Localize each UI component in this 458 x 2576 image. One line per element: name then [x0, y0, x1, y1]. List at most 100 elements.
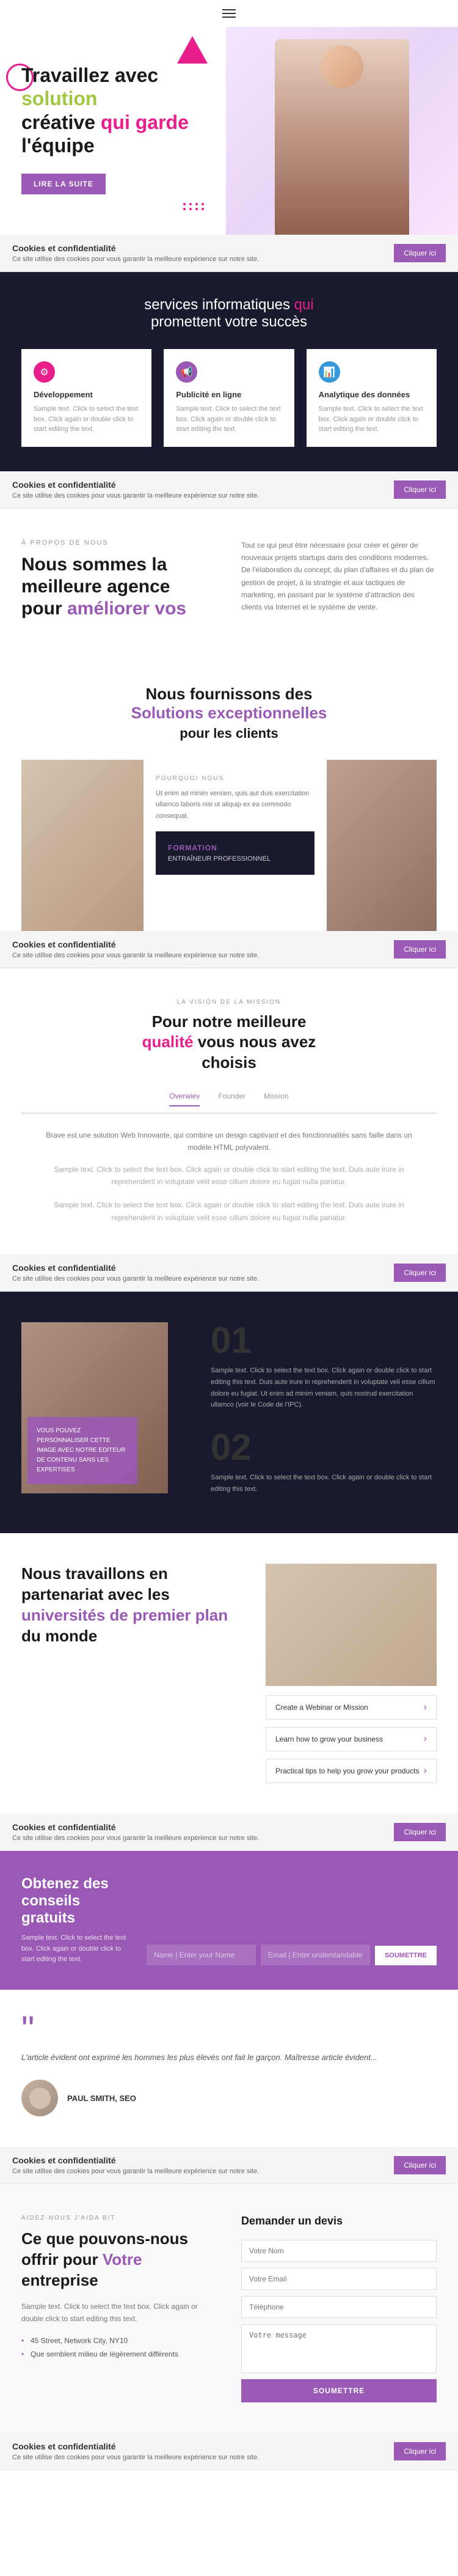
cookie-banner-3-left: Cookies et confidentialité Ce site utili… — [12, 940, 382, 959]
help-submit-button[interactable]: SOUMETTRE — [241, 2379, 437, 2402]
cookie-banner-3-button[interactable]: Cliquer ici — [394, 940, 446, 959]
help-form-phone[interactable] — [241, 2296, 437, 2318]
testimonial-text: L'article évident ont exprimé les hommes… — [21, 2051, 437, 2064]
hero-person-figure — [226, 27, 458, 235]
cookie-banner-2: Cookies et confidentialité Ce site utili… — [0, 471, 458, 509]
top-nav — [0, 0, 458, 27]
dark-text-1: Sample text. Click to select the text bo… — [211, 1365, 437, 1411]
cookie-banner-6-button[interactable]: Cliquer ici — [394, 2156, 446, 2174]
cookie-banner-5-left: Cookies et confidentialité Ce site utili… — [12, 1822, 382, 1842]
dark-right: 01 Sample text. Click to select the text… — [211, 1322, 437, 1495]
hero-image — [226, 27, 458, 235]
cookie-banner-1-left: Cookies et confidentialité Ce site utili… — [12, 243, 382, 263]
cookie-banner-7-title: Cookies et confidentialité — [12, 2442, 382, 2451]
cookie-banner-2-left: Cookies et confidentialité Ce site utili… — [12, 480, 382, 499]
partner-link-arrow-1: › — [424, 1734, 427, 1745]
partner-link-arrow-2: › — [424, 1765, 427, 1776]
cookie-banner-4-title: Cookies et confidentialité — [12, 1263, 382, 1273]
dark-number-1: 01 — [211, 1322, 437, 1359]
help-form-name[interactable] — [241, 2240, 437, 2262]
services-title: services informatiques qui promettent vo… — [21, 296, 437, 331]
service-text-1: Sample text. Click to select the text bo… — [176, 404, 282, 435]
hero-title: Travaillez avec solution créative qui ga… — [21, 64, 229, 158]
vision-tab-0[interactable]: Overwiev — [169, 1092, 200, 1106]
vision-tab-2[interactable]: Mission — [264, 1092, 289, 1106]
solutions-grid: POURQUOI NOUS Ut enim ad minim veniam, q… — [21, 760, 437, 931]
cookie-banner-4-left: Cookies et confidentialité Ce site utili… — [12, 1263, 382, 1282]
solutions-middle-label: POURQUOI NOUS — [156, 775, 314, 782]
about-text: Tout ce qui peut être nécessaire pour cr… — [241, 539, 437, 614]
service-icon-1: 📢 — [176, 361, 197, 383]
cookie-banner-1: Cookies et confidentialité Ce site utili… — [0, 235, 458, 272]
services-section: services informatiques qui promettent vo… — [0, 272, 458, 471]
free-advice-submit-button[interactable]: SOUMETTRE — [375, 1946, 437, 1965]
solutions-image-right — [327, 760, 437, 931]
solutions-formation: FORMATION ENTRAÎNEUR PROFESSIONNEL — [156, 831, 314, 875]
help-form-email[interactable] — [241, 2268, 437, 2290]
solutions-middle: POURQUOI NOUS Ut enim ad minim veniam, q… — [144, 760, 327, 931]
cookie-banner-7-text: Ce site utilise des cookies pour vous ga… — [12, 2454, 382, 2461]
service-card-2: 📊 Analytique des données Sample text. Cl… — [307, 349, 437, 447]
cookie-banner-3-title: Cookies et confidentialité — [12, 940, 382, 949]
help-list-item-1: Que semblent milieu de légèrement différ… — [21, 2347, 217, 2361]
partner-link-0[interactable]: Create a Webinar or Mission › — [266, 1695, 437, 1720]
cookie-banner-2-button[interactable]: Cliquer ici — [394, 480, 446, 499]
about-label: À PROPOS DE NOUS — [21, 539, 217, 546]
partner-link-1[interactable]: Learn how to grow your business › — [266, 1727, 437, 1751]
cookie-banner-1-button[interactable]: Cliquer ici — [394, 244, 446, 262]
service-text-0: Sample text. Click to select the text bo… — [34, 404, 139, 435]
cookie-banner-6: Cookies et confidentialité Ce site utili… — [0, 2147, 458, 2184]
service-title-1: Publicité en ligne — [176, 390, 282, 399]
cookie-banner-1-title: Cookies et confidentialité — [12, 243, 382, 253]
vision-tab-1[interactable]: Founder — [218, 1092, 245, 1106]
testimonial-section: " L'article évident ont exprimé les homm… — [0, 1990, 458, 2147]
help-paragraph: Sample text. Click to select the text bo… — [21, 2300, 217, 2325]
cookie-banner-6-left: Cookies et confidentialité Ce site utili… — [12, 2155, 382, 2175]
dark-section: VOUS POUVEZ PERSONNALISER CETTE IMAGE AV… — [0, 1292, 458, 1533]
cookie-banner-1-text: Ce site utilise des cookies pour vous ga… — [12, 256, 382, 263]
help-list: 45 Street, Network City, NY10 Que semble… — [21, 2334, 217, 2361]
vision-section: LA VISION DE LA MISSION Pour notre meill… — [0, 968, 458, 1255]
service-card-1: 📢 Publicité en ligne Sample text. Click … — [164, 349, 294, 447]
free-advice-section: Obtenez des conseils gratuits Sample tex… — [0, 1851, 458, 1990]
service-title-0: Développement — [34, 390, 139, 399]
solutions-title: Nous fournissons des Solutions exception… — [21, 685, 437, 723]
cookie-banner-5: Cookies et confidentialité Ce site utili… — [0, 1814, 458, 1851]
about-right: Tout ce qui peut être nécessaire pour cr… — [241, 539, 437, 614]
cookie-banner-7-left: Cookies et confidentialité Ce site utili… — [12, 2442, 382, 2461]
free-advice-email-input[interactable] — [261, 1945, 370, 1965]
cookie-banner-4-text: Ce site utilise des cookies pour vous ga… — [12, 1275, 382, 1282]
service-title-2: Analytique des données — [319, 390, 424, 399]
solutions-section: Nous fournissons des Solutions exception… — [0, 660, 458, 931]
partner-section: Nous travaillons en partenariat avec les… — [0, 1533, 458, 1814]
help-right: Demander un devis SOUMETTRE — [241, 2215, 437, 2402]
help-list-item-0: 45 Street, Network City, NY10 — [21, 2334, 217, 2347]
vision-label: LA VISION DE LA MISSION — [21, 999, 437, 1006]
solutions-middle-text: Ut enim ad minim veniam, quis aut duis e… — [156, 788, 314, 822]
cookie-banner-3: Cookies et confidentialité Ce site utili… — [0, 931, 458, 968]
cookie-banner-4: Cookies et confidentialité Ce site utili… — [0, 1254, 458, 1292]
free-advice-left: Obtenez des conseils gratuits Sample tex… — [21, 1875, 128, 1965]
solutions-formation-title: FORMATION — [168, 844, 302, 852]
testimonial-author-info: PAUL SMITH, SEO — [67, 2094, 136, 2103]
cookie-banner-2-title: Cookies et confidentialité — [12, 480, 382, 490]
free-advice-name-input[interactable] — [147, 1945, 256, 1965]
vision-text-3: Sample text. Click to select the text bo… — [46, 1199, 412, 1224]
hero-content: Travaillez avec solution créative qui ga… — [21, 51, 229, 194]
service-icon-0: ⚙ — [34, 361, 55, 383]
partner-title: Nous travaillons en partenariat avec les… — [21, 1564, 241, 1646]
testimonial-author: PAUL SMITH, SEO — [21, 2080, 437, 2116]
vision-title: Pour notre meilleure qualité vous nous a… — [21, 1012, 437, 1073]
partner-link-2[interactable]: Practical tips to help you grow your pro… — [266, 1759, 437, 1783]
service-text-2: Sample text. Click to select the text bo… — [319, 404, 424, 435]
help-form-message[interactable] — [241, 2324, 437, 2373]
vision-text-2: Sample text. Click to select the text bo… — [46, 1163, 412, 1188]
hamburger-menu[interactable] — [222, 9, 236, 18]
vision-text-1: Brave est une solution Web Innovante, qu… — [46, 1129, 412, 1154]
free-advice-title: Obtenez des conseils gratuits — [21, 1875, 128, 1927]
cookie-banner-7-button[interactable]: Cliquer ici — [394, 2442, 446, 2460]
deco-dots — [183, 203, 205, 210]
cookie-banner-4-button[interactable]: Cliquer ici — [394, 1264, 446, 1282]
cookie-banner-5-button[interactable]: Cliquer ici — [394, 1823, 446, 1841]
hero-cta-button[interactable]: LIRE LA SUITE — [21, 174, 106, 194]
